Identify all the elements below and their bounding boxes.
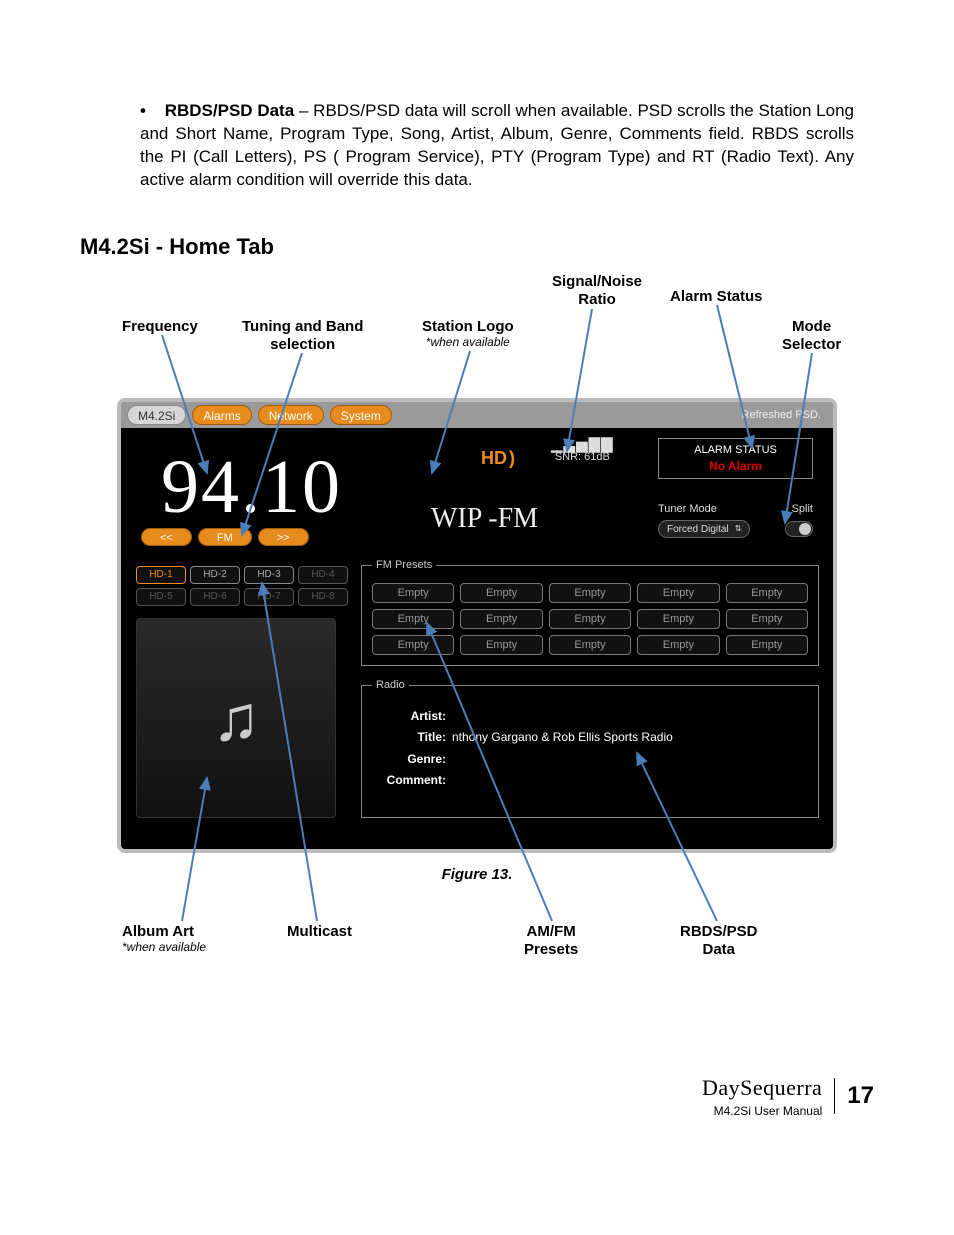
preset-button[interactable]: Empty	[726, 609, 808, 629]
tuner-mode-dropdown[interactable]: Forced Digital⇅	[658, 520, 750, 538]
label-snr: Signal/Noise Ratio	[552, 273, 642, 308]
preset-button[interactable]: Empty	[372, 609, 454, 629]
topbar: M4.2Si Alarms Network System Refreshed P…	[121, 402, 833, 428]
label-station-logo: Station Logo *when available	[422, 318, 514, 349]
hd-6-button[interactable]: HD-6	[190, 588, 240, 606]
preset-button[interactable]: Empty	[549, 583, 631, 603]
device-screen: M4.2Si Alarms Network System Refreshed P…	[117, 398, 837, 853]
alarm-status-value: No Alarm	[659, 458, 812, 474]
fm-presets-legend: FM Presets	[372, 558, 436, 573]
preset-button[interactable]: Empty	[637, 635, 719, 655]
signal-bars-icon: ▁▃▅▇▇	[551, 440, 614, 450]
radio-legend: Radio	[372, 678, 409, 693]
radio-panel: Radio Artist: Title:nthony Gargano & Rob…	[361, 678, 819, 818]
label-alarm-status: Alarm Status	[670, 288, 763, 305]
hd-4-button[interactable]: HD-4	[298, 566, 348, 584]
label-album-art-text: Album Art	[122, 923, 194, 940]
tune-row: << FM >>	[141, 528, 309, 546]
album-art: ♫	[136, 618, 336, 818]
tuner-mode-label: Tuner Mode	[658, 502, 717, 517]
tune-prev-button[interactable]: <<	[141, 528, 192, 546]
band-button[interactable]: FM	[198, 528, 252, 546]
hd-logo-icon: HD)	[481, 446, 515, 470]
footer-brand: DaySequerra	[702, 1073, 822, 1103]
preset-button[interactable]: Empty	[549, 635, 631, 655]
tab-alarms[interactable]: Alarms	[192, 405, 251, 425]
label-station-logo-sub: *when available	[422, 336, 514, 350]
frequency-display: 94.10	[161, 436, 342, 539]
label-tuning: Tuning and Band selection	[242, 318, 363, 353]
footer-divider	[834, 1078, 835, 1114]
station-name: WIP -FM	[431, 500, 538, 538]
figure-caption: Figure 13.	[92, 865, 862, 885]
home-tab-diagram: Frequency Tuning and Band selection Stat…	[92, 273, 862, 973]
preset-button[interactable]: Empty	[726, 635, 808, 655]
mode-labels: Tuner Mode Split	[658, 502, 813, 517]
label-mode-selector: Mode Selector	[782, 318, 841, 353]
section-title: M4.2Si - Home Tab	[80, 232, 874, 262]
hd-5-button[interactable]: HD-5	[136, 588, 186, 606]
label-album-art: Album Art *when available	[122, 923, 206, 954]
preset-button[interactable]: Empty	[549, 609, 631, 629]
title-label: Title:	[372, 729, 452, 745]
tune-next-button[interactable]: >>	[258, 528, 309, 546]
refreshed-status: Refreshed PSD.	[742, 408, 827, 423]
dropdown-arrows-icon: ⇅	[735, 524, 742, 535]
split-label: Split	[792, 502, 813, 517]
title-value: nthony Gargano & Rob Ellis Sports Radio	[452, 729, 673, 745]
tab-network[interactable]: Network	[258, 405, 324, 425]
preset-button[interactable]: Empty	[372, 635, 454, 655]
hd-1-button[interactable]: HD-1	[136, 566, 186, 584]
split-toggle[interactable]	[785, 521, 813, 537]
page-footer: DaySequerra M4.2Si User Manual 17	[80, 1073, 874, 1119]
hd-7-button[interactable]: HD-7	[244, 588, 294, 606]
preset-button[interactable]: Empty	[637, 609, 719, 629]
preset-button[interactable]: Empty	[460, 609, 542, 629]
mode-controls: Forced Digital⇅	[658, 520, 813, 538]
footer-manual: M4.2Si User Manual	[702, 1103, 822, 1119]
hd-3-button[interactable]: HD-3	[244, 566, 294, 584]
label-station-logo-text: Station Logo	[422, 318, 514, 335]
label-frequency: Frequency	[122, 318, 198, 335]
page-number: 17	[847, 1080, 874, 1112]
snr-block: ▁▃▅▇▇ SNR: 61dB	[551, 440, 614, 465]
genre-label: Genre:	[372, 751, 452, 767]
preset-button[interactable]: Empty	[726, 583, 808, 603]
preset-button[interactable]: Empty	[637, 583, 719, 603]
alarm-status-box: ALARM STATUS No Alarm	[658, 438, 813, 479]
preset-button[interactable]: Empty	[460, 635, 542, 655]
preset-button[interactable]: Empty	[372, 583, 454, 603]
tab-system[interactable]: System	[330, 405, 392, 425]
tab-home[interactable]: M4.2Si	[127, 405, 186, 425]
music-note-icon: ♫	[212, 675, 260, 761]
fm-presets-panel: FM Presets Empty Empty Empty Empty Empty…	[361, 558, 819, 666]
label-album-art-sub: *when available	[122, 941, 206, 955]
label-multicast: Multicast	[287, 923, 352, 940]
artist-label: Artist:	[372, 708, 452, 724]
preset-button[interactable]: Empty	[460, 583, 542, 603]
label-amfm-presets: AM/FM Presets	[524, 923, 578, 958]
bullet-dot: •	[140, 101, 146, 120]
comment-label: Comment:	[372, 772, 452, 788]
hd-8-button[interactable]: HD-8	[298, 588, 348, 606]
alarm-status-label: ALARM STATUS	[659, 443, 812, 458]
preset-grid: Empty Empty Empty Empty Empty Empty Empt…	[372, 583, 808, 655]
label-rbds-psd: RBDS/PSD Data	[680, 923, 758, 958]
hd-2-button[interactable]: HD-2	[190, 566, 240, 584]
multicast-grid: HD-1 HD-2 HD-3 HD-4 HD-5 HD-6 HD-7 HD-8	[136, 566, 348, 606]
bullet-heading: RBDS/PSD Data	[165, 101, 294, 120]
snr-value: SNR: 61dB	[551, 450, 614, 465]
screen-body: 94.10 << FM >> HD-1 HD-2 HD-3 HD-4 HD-5 …	[121, 428, 833, 849]
bullet-rbds-psd: • RBDS/PSD Data – RBDS/PSD data will scr…	[140, 100, 854, 192]
